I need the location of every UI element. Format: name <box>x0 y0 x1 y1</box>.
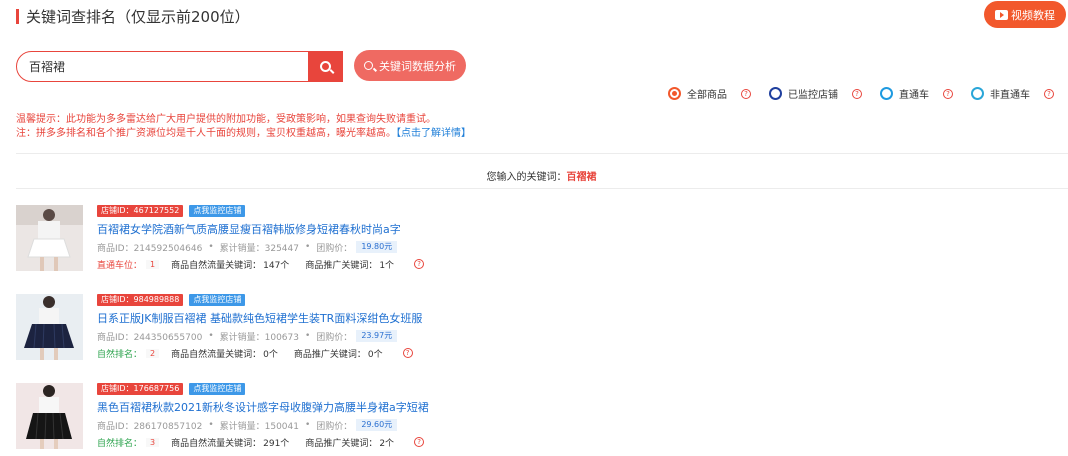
natural-keywords-label: 商品自然流量关键词： <box>171 438 262 449</box>
product-title-link[interactable]: 百褶裙女学院酒新气质高腰显瘦百褶韩版修身短裙春秋时尚a字 <box>97 221 1056 236</box>
filter-all-goods[interactable]: 全部商品 ? <box>668 86 751 101</box>
rank-number: 1 <box>146 259 160 269</box>
divider <box>16 153 1068 154</box>
promo-keywords-count: 0个 <box>367 349 383 360</box>
radio-icon[interactable] <box>668 87 681 100</box>
video-tutorial-button[interactable]: 视频教程 <box>984 1 1066 28</box>
group-price-label: 团购价： <box>316 243 353 254</box>
tip-note-text: 注：拼多多排名和各个推广资源位均是千人千面的规则，宝贝权重越高，曝光率越高。 <box>16 128 396 139</box>
group-price: 23.97元 <box>356 330 398 342</box>
search-button[interactable] <box>308 52 342 81</box>
help-icon[interactable]: ? <box>414 259 425 269</box>
radio-icon[interactable] <box>769 87 782 100</box>
filter-label: 全部商品 <box>687 90 727 101</box>
rank-label: 自然排名： <box>97 349 143 360</box>
shop-id-badge: 店铺ID：467127552 <box>97 205 184 217</box>
promo-keywords-label: 商品推广关键词： <box>305 260 378 271</box>
product-title-link[interactable]: 日系正版JK制服百褶裙 基础款纯色短裙学生装TR面料深绀色女班服 <box>97 310 1056 325</box>
goods-id: 商品ID：244350655700 <box>97 332 203 343</box>
filter-non-direct-train[interactable]: 非直通车 ? <box>971 86 1054 101</box>
natural-keywords-label: 商品自然流量关键词： <box>171 349 262 360</box>
promo-keywords-label: 商品推广关键词： <box>293 349 366 360</box>
rank-number: 2 <box>146 348 160 358</box>
help-icon[interactable]: ? <box>402 348 413 358</box>
filter-monitored-shops[interactable]: 已监控店铺 ? <box>769 86 862 101</box>
keyword-analysis-label: 关键词数据分析 <box>379 59 456 73</box>
natural-keywords-count: 291个 <box>263 438 290 449</box>
natural-keywords-label: 商品自然流量关键词： <box>171 260 262 271</box>
tip-note: 注：拼多多排名和各个推广资源位均是千人千面的规则，宝贝权重越高，曝光率越高。【点… <box>16 124 471 139</box>
shop-id-badge: 店铺ID：176687756 <box>97 383 184 395</box>
filter-label: 直通车 <box>899 90 929 101</box>
promo-keywords-count: 1个 <box>379 260 395 271</box>
keyword-analysis-button[interactable]: 关键词数据分析 <box>354 50 466 81</box>
filter-label: 已监控店铺 <box>788 90 838 101</box>
help-icon[interactable]: ? <box>1044 88 1054 99</box>
product-thumbnail[interactable] <box>16 205 83 271</box>
help-icon[interactable]: ? <box>852 88 862 99</box>
tip-notice: 温馨提示：此功能为多多雷达给广大用户提供的附加功能，受政策影响，如果查询失败请重… <box>16 114 436 125</box>
page-title: 关键词查排名（仅显示前200位） <box>26 8 250 26</box>
search-icon <box>364 61 373 70</box>
natural-keywords-count: 147个 <box>263 260 290 271</box>
product-title-link[interactable]: 黑色百褶裙秋款2021新秋冬设计感字母收腹弹力高腰半身裙a字短裙 <box>97 399 1056 414</box>
product-thumbnail[interactable] <box>16 294 83 360</box>
product-row: 店铺ID：176687756 点我监控店铺 黑色百褶裙秋款2021新秋冬设计感字… <box>16 383 1056 449</box>
keyword-label: 您输入的关键词： <box>486 172 567 183</box>
search-input[interactable] <box>17 52 308 81</box>
total-sales: 累计销量：325447 <box>219 243 299 254</box>
monitor-shop-button[interactable]: 点我监控店铺 <box>189 294 246 306</box>
filter-direct-train[interactable]: 直通车 ? <box>880 86 953 101</box>
tip-details-link[interactable]: 【点击了解详情】 <box>396 128 471 139</box>
promo-keywords-count: 2个 <box>379 438 395 449</box>
keyword-summary: 您输入的关键词：百褶裙 <box>0 168 1068 183</box>
group-price-label: 团购价： <box>316 421 353 432</box>
video-tutorial-label: 视频教程 <box>1011 9 1055 22</box>
goods-id: 商品ID：214592504646 <box>97 243 203 254</box>
product-row: 店铺ID：467127552 点我监控店铺 百褶裙女学院酒新气质高腰显瘦百褶韩版… <box>16 205 1056 271</box>
help-icon[interactable]: ? <box>741 88 751 99</box>
title-accent-bar <box>16 9 19 24</box>
promo-keywords-label: 商品推广关键词： <box>305 438 378 449</box>
total-sales: 累计销量：150041 <box>219 421 299 432</box>
natural-keywords-count: 0个 <box>263 349 278 360</box>
group-price: 29.60元 <box>356 419 398 431</box>
monitor-shop-button[interactable]: 点我监控店铺 <box>189 205 246 217</box>
help-icon[interactable]: ? <box>943 88 953 99</box>
goods-id: 商品ID：286170857102 <box>97 421 203 432</box>
product-thumbnail[interactable] <box>16 383 83 449</box>
rank-number: 3 <box>146 437 160 447</box>
help-icon[interactable]: ? <box>414 437 425 447</box>
monitor-shop-button[interactable]: 点我监控店铺 <box>189 383 246 395</box>
rank-label: 自然排名： <box>97 438 143 449</box>
group-price: 19.80元 <box>356 241 398 253</box>
video-play-icon <box>995 9 1008 20</box>
search-box <box>16 51 343 82</box>
radio-icon[interactable] <box>880 87 893 100</box>
filter-label: 非直通车 <box>990 90 1030 101</box>
keyword-value: 百褶裙 <box>566 172 597 183</box>
radio-icon[interactable] <box>971 87 984 100</box>
title-bar: 关键词查排名（仅显示前200位） <box>16 6 250 27</box>
filter-group: 全部商品 ? 已监控店铺 ? 直通车 ? 非直通车 ? <box>668 86 1054 101</box>
divider <box>16 188 1068 189</box>
search-icon <box>319 61 331 72</box>
shop-id-badge: 店铺ID：984989888 <box>97 294 184 306</box>
group-price-label: 团购价： <box>316 332 353 343</box>
product-row: 店铺ID：984989888 点我监控店铺 日系正版JK制服百褶裙 基础款纯色短… <box>16 294 1056 360</box>
rank-label: 直通车位： <box>97 260 143 271</box>
total-sales: 累计销量：100673 <box>219 332 299 343</box>
